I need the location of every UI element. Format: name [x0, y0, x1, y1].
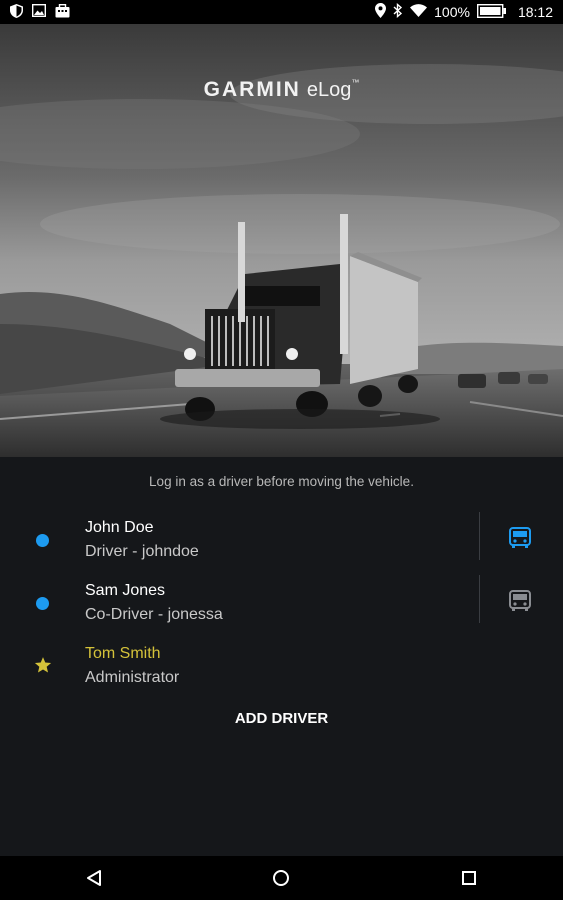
battery-icon [476, 3, 507, 21]
trademark: ™ [351, 78, 360, 87]
login-notice: Log in as a driver before moving the veh… [149, 474, 414, 489]
back-icon [86, 870, 101, 886]
shield-icon [10, 3, 23, 21]
clock: 18:12 [517, 4, 553, 20]
star-icon [34, 657, 52, 673]
active-driver-dot [36, 534, 49, 547]
recents-button[interactable] [457, 866, 481, 890]
home-icon [273, 870, 290, 886]
battery-percent: 100% [434, 4, 470, 20]
briefcase-icon [55, 3, 70, 21]
driver-row-john-doe[interactable]: John Doe Driver - johndoe [0, 512, 563, 565]
brand-name: GARMIN [203, 78, 301, 101]
back-button[interactable] [82, 866, 106, 890]
image-icon [31, 3, 47, 20]
status-bar-right: 100% 18:12 [375, 2, 553, 21]
driver-name: Sam Jones [85, 582, 166, 599]
status-bar: 100% 18:12 [0, 0, 563, 24]
location-icon [375, 3, 387, 21]
row-divider [479, 575, 480, 623]
driver-name: John Doe [85, 519, 154, 536]
driver-role: Co-Driver - jonessa [85, 606, 223, 623]
driver-role: Administrator [85, 669, 180, 686]
driver-role: Driver - johndoe [85, 543, 199, 560]
add-driver-button[interactable]: ADD DRIVER [0, 710, 563, 727]
row-divider [479, 512, 480, 560]
product-name: eLog [306, 79, 352, 101]
recents-icon [462, 871, 477, 885]
navigation-bar [0, 856, 563, 900]
driver-row-sam-jones[interactable]: Sam Jones Co-Driver - jonessa [0, 575, 563, 628]
status-bar-left [10, 3, 70, 21]
truck-icon [509, 590, 531, 611]
home-button[interactable] [269, 866, 293, 890]
vehicle-button[interactable] [505, 523, 535, 553]
bluetooth-icon [393, 2, 403, 21]
wifi-icon [410, 4, 428, 20]
brand-logo: GARMIN eLog™ [0, 78, 563, 102]
driver-row-tom-smith[interactable]: Tom Smith Administrator [0, 641, 563, 691]
truck-icon [509, 527, 531, 548]
driver-name: Tom Smith [85, 645, 161, 662]
hero-banner: GARMIN eLog™ [0, 24, 563, 457]
active-driver-dot [36, 597, 49, 610]
vehicle-button[interactable] [505, 586, 535, 616]
